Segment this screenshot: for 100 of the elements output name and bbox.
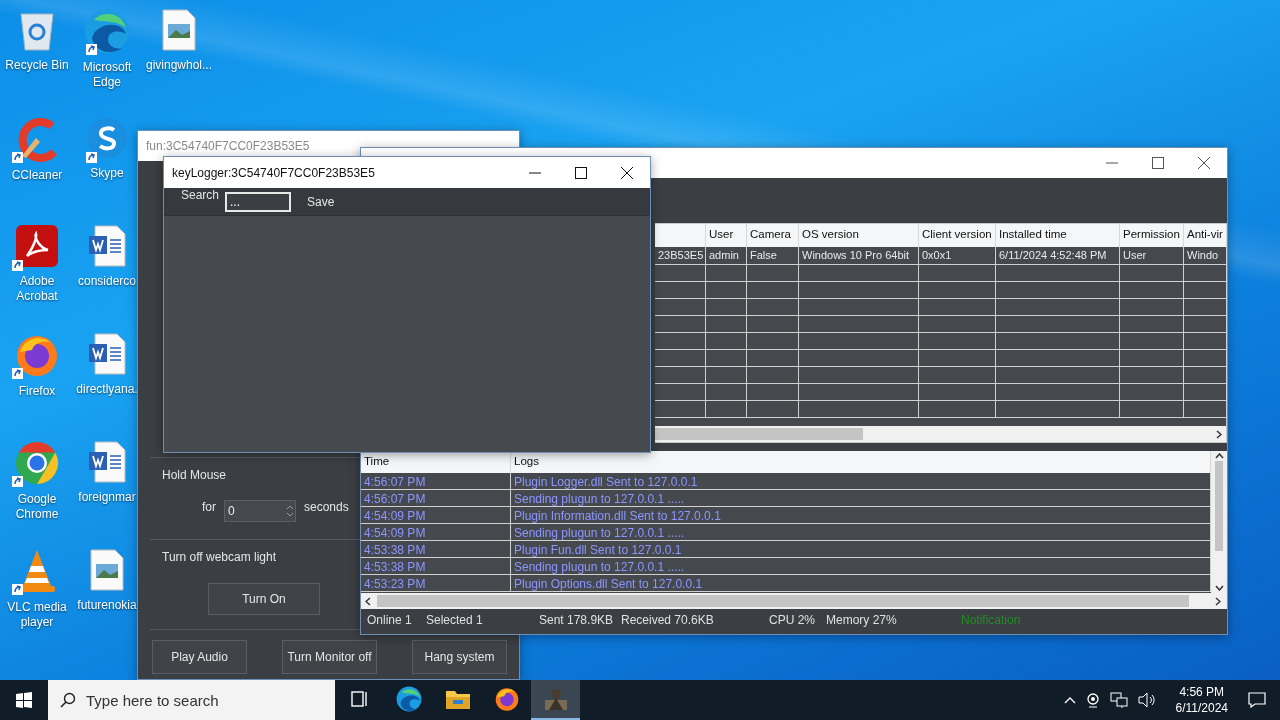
empty-cell: [706, 384, 747, 401]
empty-cell: [1120, 265, 1184, 282]
column-header[interactable]: Camera: [747, 224, 799, 247]
empty-cell: [747, 401, 799, 418]
empty-cell: [1120, 384, 1184, 401]
column-header[interactable]: Anti-vir: [1184, 224, 1227, 247]
document-app-icon: [15, 224, 59, 268]
table-cell: 23B53E5: [655, 247, 706, 265]
empty-cell: [706, 299, 747, 316]
network-icon[interactable]: [1109, 692, 1128, 708]
webcam-icon[interactable]: [1085, 692, 1100, 708]
action-button[interactable]: Turn Monitor off: [282, 640, 377, 674]
empty-cell: [747, 367, 799, 384]
word-document-icon: [87, 440, 127, 484]
log-time: 4:54:09 PM: [361, 507, 511, 524]
table-cell: User: [1120, 247, 1184, 265]
empty-cell: [1120, 316, 1184, 333]
status-text: Memory 27%: [826, 613, 898, 627]
desktop-icon-label[interactable]: VLC media player: [0, 600, 74, 630]
log-message: Sending plugun to 127.0.0.1 .....: [511, 558, 1211, 575]
empty-cell: [706, 333, 747, 350]
empty-cell: [1120, 401, 1184, 418]
status-text: Selected 1: [426, 613, 484, 627]
app-icon: [542, 686, 569, 712]
horizontal-scrollbar[interactable]: [655, 426, 1226, 442]
task-view-icon: [349, 690, 370, 708]
action-button[interactable]: Play Audio: [152, 640, 247, 674]
windows-logo-icon: [16, 692, 32, 708]
maximize-icon[interactable]: [1152, 157, 1164, 169]
chevron-left-icon[interactable]: [365, 596, 371, 606]
wave-logo-icon: [84, 8, 130, 54]
image-file-icon: [89, 548, 125, 592]
column-header[interactable]: Logs: [511, 451, 1211, 473]
column-header[interactable]: User: [706, 224, 747, 247]
log-message: Plugin Logger.dll Sent to 127.0.0.1: [511, 473, 1211, 490]
log-time: 4:53:38 PM: [361, 541, 511, 558]
chevron-right-icon[interactable]: [1215, 596, 1221, 606]
fox-globe-icon: [493, 686, 520, 712]
table-cell: 6/11/2024 4:52:48 PM: [996, 247, 1120, 265]
search-field[interactable]: ...: [225, 191, 292, 212]
search-label: Search: [181, 188, 220, 202]
log-time: 4:53:38 PM: [361, 558, 511, 575]
vertical-scrollbar[interactable]: [1211, 451, 1227, 593]
table-cell: Windo: [1184, 247, 1227, 265]
taskbar-search-field[interactable]: Type here to search: [48, 680, 335, 720]
clock[interactable]: 4:56 PM 6/11/2024: [1175, 684, 1228, 716]
wave-logo-icon: [395, 686, 422, 712]
log-message: Plugin Options.dll Sent to 127.0.0.1: [511, 575, 1211, 592]
close-icon[interactable]: [621, 166, 633, 179]
empty-cell: [706, 367, 747, 384]
empty-cell: [747, 299, 799, 316]
log-time: 4:54:09 PM: [361, 524, 511, 541]
empty-cell: [747, 282, 799, 299]
empty-cell: [1120, 282, 1184, 299]
group-title: Turn off webcam light: [162, 550, 277, 564]
chevron-up-icon[interactable]: [1214, 453, 1224, 459]
log-time: 4:53:23 PM: [361, 575, 511, 592]
table-cell: False: [747, 247, 799, 265]
action-button[interactable]: Hang system: [412, 640, 507, 674]
status-text: Notification: [961, 613, 1022, 627]
horizontal-scrollbar[interactable]: [361, 593, 1227, 609]
speech-circle-icon: [85, 116, 129, 160]
table-cell: Windows 10 Pro 64bit: [799, 247, 919, 265]
status-text: Online 1: [367, 613, 413, 627]
close-icon[interactable]: [1198, 157, 1210, 169]
column-header[interactable]: Installed time: [996, 224, 1120, 247]
chevron-right-icon[interactable]: [1216, 429, 1222, 439]
log-time: 4:56:07 PM: [361, 473, 511, 490]
empty-cell: [706, 350, 747, 367]
seconds-spinner[interactable]: 0: [224, 500, 296, 522]
empty-cell: [1120, 333, 1184, 350]
table-cell: 0x0x1: [919, 247, 996, 265]
turn-on-button[interactable]: Turn On: [208, 583, 320, 615]
chevron-down-icon[interactable]: [1214, 585, 1224, 591]
status-text: Received 70.6KB: [621, 613, 715, 627]
log-message: Plugin Fun.dll Sent to 127.0.0.1: [511, 541, 1211, 558]
notification-icon[interactable]: [1248, 692, 1266, 708]
empty-cell: [747, 265, 799, 282]
empty-cell: [706, 282, 747, 299]
column-header[interactable]: Client version: [919, 224, 996, 247]
window-title: fun:3C54740F7CC0F23B53E5: [146, 139, 311, 153]
log-time: 4:56:07 PM: [361, 490, 511, 507]
log-message: Sending plugun to 127.0.0.1 .....: [511, 524, 1211, 541]
taskbar-app[interactable]: [531, 680, 580, 720]
desktop-icon-label[interactable]: futurenokia: [77, 598, 137, 613]
column-header[interactable]: Permission: [1120, 224, 1184, 247]
speaker-icon[interactable]: [1137, 692, 1156, 708]
empty-cell: [747, 316, 799, 333]
column-header[interactable]: OS version: [799, 224, 919, 247]
maximize-icon[interactable]: [575, 166, 587, 179]
empty-cell: [747, 384, 799, 401]
log-message: Plugin Information.dll Sent to 127.0.0.1: [511, 507, 1211, 524]
empty-cell: [1120, 350, 1184, 367]
group-title: Hold Mouse: [162, 468, 227, 482]
column-header[interactable]: Time: [361, 451, 511, 473]
save-button[interactable]: Save: [307, 194, 335, 209]
empty-cell: [747, 350, 799, 367]
folder-icon: [444, 688, 471, 710]
image-file-icon: [161, 8, 197, 52]
window-title: keyLogger:3C54740F7CC0F23B53E5: [172, 165, 376, 180]
